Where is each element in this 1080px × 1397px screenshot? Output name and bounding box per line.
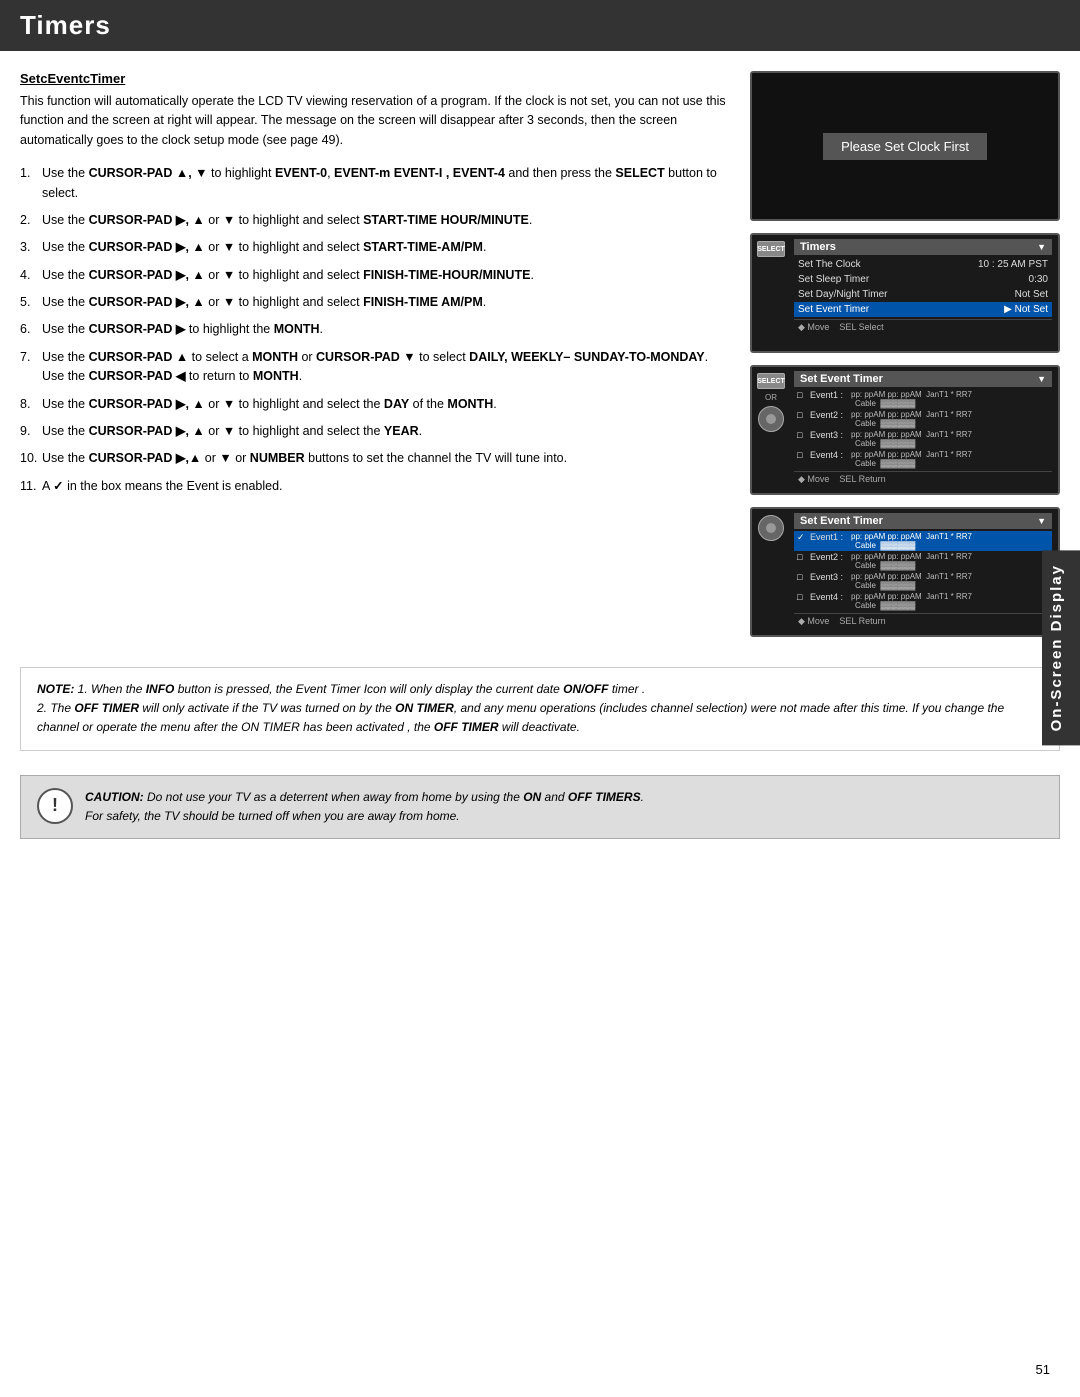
circle-button3[interactable] [758, 406, 784, 432]
note-line-2: 2. The OFF TIMER will only activate if t… [37, 699, 1043, 737]
menu4-footer: ◆ Move SEL Return [794, 613, 1052, 629]
select-button3[interactable]: SELECT [757, 373, 785, 389]
osd-tab: On-Screen Display [1042, 550, 1080, 745]
circle-inner4 [766, 523, 776, 533]
remote-buttons-col: SELECT [752, 235, 790, 261]
menu2-row-1: Set The Clock 10 : 25 AM PST [794, 257, 1052, 272]
step-num: 6. [20, 320, 30, 339]
dropdown-arrow4: ▼ [1037, 516, 1046, 526]
event3-row-2: □ Event2 : pp: ppAM pp: ppAM JanT1 * RR7… [794, 409, 1052, 429]
menu2-title: Timers ▼ [794, 239, 1052, 255]
intro-text: This function will automatically operate… [20, 92, 730, 150]
list-item: 9. Use the CURSOR-PAD ▶, ▲ or ▼ to highl… [20, 422, 730, 441]
menu4-footer-text: ◆ Move SEL Return [798, 616, 886, 627]
step-num: 7. [20, 348, 30, 367]
caution-box: ! CAUTION: Do not use your TV as a deter… [20, 775, 1060, 839]
step-num: 3. [20, 238, 30, 257]
page-number: 51 [1036, 1362, 1050, 1377]
main-content: SetcEventcTimer This function will autom… [0, 51, 1080, 657]
note-line-1: NOTE: 1. When the INFO button is pressed… [37, 680, 1043, 699]
screen2-mockup: SELECT Timers ▼ Set The Clock 10 : 25 AM… [750, 233, 1060, 353]
note-box: NOTE: 1. When the INFO button is pressed… [20, 667, 1060, 751]
screen4-mockup: Set Event Timer ▼ ✓ Event1 : pp: ppAM pp… [750, 507, 1060, 637]
menu3-footer: ◆ Move SEL Return [794, 471, 1052, 487]
section-title: SetcEventcTimer [20, 71, 730, 86]
right-column: Please Set Clock First SELECT Timers ▼ S… [750, 71, 1060, 637]
step-num: 9. [20, 422, 30, 441]
menu2-row-3: Set Day/Night Timer Not Set [794, 287, 1052, 302]
screen3-content: Set Event Timer ▼ □ Event1 : pp: ppAM pp… [790, 367, 1058, 493]
note-section: NOTE: 1. When the INFO button is pressed… [0, 657, 1080, 775]
left-column: SetcEventcTimer This function will autom… [20, 71, 750, 637]
list-item: 8. Use the CURSOR-PAD ▶, ▲ or ▼ to highl… [20, 395, 730, 414]
remote-buttons-col3: SELECT OR [752, 367, 790, 436]
list-item: 3. Use the CURSOR-PAD ▶, ▲ or ▼ to highl… [20, 238, 730, 257]
list-item: 4. Use the CURSOR-PAD ▶, ▲ or ▼ to highl… [20, 266, 730, 285]
step-num: 11. [20, 477, 36, 496]
menu4-title: Set Event Timer ▼ [794, 513, 1052, 529]
screen2-content: Timers ▼ Set The Clock 10 : 25 AM PST Se… [790, 235, 1058, 341]
select-button[interactable]: SELECT [757, 241, 785, 257]
page-header: Timers [0, 0, 1080, 51]
page-title: Timers [20, 10, 1060, 41]
event4-row-2: □ Event2 : pp: ppAM pp: ppAM JanT1 * RR7… [794, 551, 1052, 571]
menu3-title: Set Event Timer ▼ [794, 371, 1052, 387]
screen4-content: Set Event Timer ▼ ✓ Event1 : pp: ppAM pp… [790, 509, 1058, 635]
event3-row-4: □ Event4 : pp: ppAM pp: ppAM JanT1 * RR7… [794, 449, 1052, 469]
event4-row-3: □ Event3 : pp: ppAM pp: ppAM JanT1 * RR7… [794, 571, 1052, 591]
list-item: 1. Use the CURSOR-PAD ▲, ▼ to highlight … [20, 164, 730, 203]
list-item: 2. Use the CURSOR-PAD ▶, ▲ or ▼ to highl… [20, 211, 730, 230]
menu2-footer-text: ◆ Move SEL Select [798, 322, 884, 333]
list-item: 5. Use the CURSOR-PAD ▶, ▲ or ▼ to highl… [20, 293, 730, 312]
event3-row-3: □ Event3 : pp: ppAM pp: ppAM JanT1 * RR7… [794, 429, 1052, 449]
osd-tab-label: On-Screen Display [1048, 564, 1065, 731]
menu4-title-label: Set Event Timer [800, 515, 883, 527]
warning-icon: ! [37, 788, 73, 824]
steps-list: 1. Use the CURSOR-PAD ▲, ▼ to highlight … [20, 164, 730, 496]
circle-button4[interactable] [758, 515, 784, 541]
step-num: 2. [20, 211, 30, 230]
menu2-footer: ◆ Move SEL Select [794, 319, 1052, 335]
list-item: 6. Use the CURSOR-PAD ▶ to highlight the… [20, 320, 730, 339]
screen3-mockup: SELECT OR Set Event Timer ▼ □ Event1 : p… [750, 365, 1060, 495]
step-num: 1. [20, 164, 30, 183]
list-item: 11. A ✓ in the box means the Event is en… [20, 477, 730, 496]
step-num: 10. [20, 449, 37, 468]
menu3-footer-text: ◆ Move SEL Return [798, 474, 886, 485]
step-num: 4. [20, 266, 30, 285]
menu2-row-4-highlighted: Set Event Timer ▶ Not Set [794, 302, 1052, 317]
clock-message: Please Set Clock First [823, 133, 987, 160]
list-item: 10. Use the CURSOR-PAD ▶,▲ or ▼ or NUMBE… [20, 449, 730, 468]
or-label: OR [765, 393, 777, 402]
circle-inner [766, 414, 776, 424]
step-num: 8. [20, 395, 30, 414]
event4-row-4: □ Event4 : pp: ppAM pp: ppAM JanT1 * RR7… [794, 591, 1052, 611]
remote-buttons-col4 [752, 509, 790, 545]
event4-row-1-highlighted: ✓ Event1 : pp: ppAM pp: ppAM JanT1 * RR7… [794, 531, 1052, 551]
step-num: 5. [20, 293, 30, 312]
menu2-title-label: Timers [800, 241, 836, 253]
menu2-row-2: Set Sleep Timer 0:30 [794, 272, 1052, 287]
menu3-title-label: Set Event Timer [800, 373, 883, 385]
screen1-mockup: Please Set Clock First [750, 71, 1060, 221]
event3-row-1: □ Event1 : pp: ppAM pp: ppAM JanT1 * RR7… [794, 389, 1052, 409]
list-item: 7. Use the CURSOR-PAD ▲ to select a MONT… [20, 348, 730, 387]
caution-text: CAUTION: Do not use your TV as a deterre… [85, 788, 644, 826]
dropdown-arrow: ▼ [1037, 242, 1046, 252]
dropdown-arrow3: ▼ [1037, 374, 1046, 384]
